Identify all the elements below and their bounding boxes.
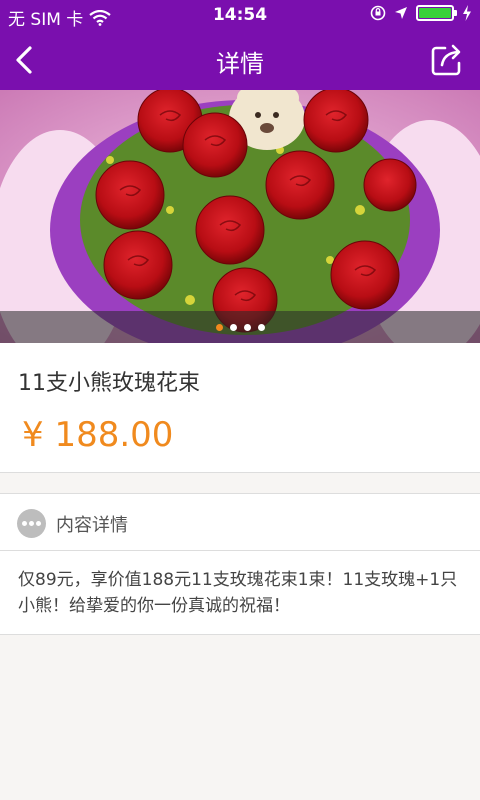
detail-section-header: 内容详情 — [0, 493, 480, 551]
carousel-dot[interactable] — [215, 324, 223, 331]
page-title: 详情 — [216, 50, 264, 78]
orientation-lock-icon — [370, 5, 386, 21]
detail-section-label: 内容详情 — [56, 515, 128, 536]
share-icon[interactable] — [428, 40, 466, 78]
carousel-dots[interactable] — [0, 324, 480, 331]
top-bar: 无 SIM 卡 14:54 详情 — [0, 0, 480, 90]
battery-icon — [416, 5, 457, 21]
carousel-dot[interactable] — [229, 324, 237, 331]
detail-description: 仅89元，享价值188元11支玫瑰花束1束！11支玫瑰+1只小熊！给挚爱的你一份… — [0, 551, 480, 635]
product-info: 11支小熊玫瑰花束 ¥ 188.00 — [0, 343, 480, 473]
description-text: 仅89元，享价值188元11支玫瑰花束1束！11支玫瑰+1只小熊！给挚爱的你一份… — [18, 570, 458, 616]
product-image-carousel[interactable] — [0, 90, 480, 343]
carousel-indicator-bar — [0, 311, 480, 343]
charging-icon — [463, 5, 471, 21]
location-icon — [395, 7, 407, 19]
bouquet-image — [0, 90, 480, 343]
product-price: ¥ 188.00 — [22, 415, 174, 455]
status-bar: 无 SIM 卡 14:54 — [0, 0, 480, 30]
carousel-dot[interactable] — [243, 324, 251, 331]
battery-fill — [419, 8, 451, 18]
nav-bar: 详情 — [0, 30, 480, 90]
product-title: 11支小熊玫瑰花束 — [18, 371, 200, 396]
carousel-dot[interactable] — [257, 324, 265, 331]
more-dots-icon — [17, 509, 46, 538]
